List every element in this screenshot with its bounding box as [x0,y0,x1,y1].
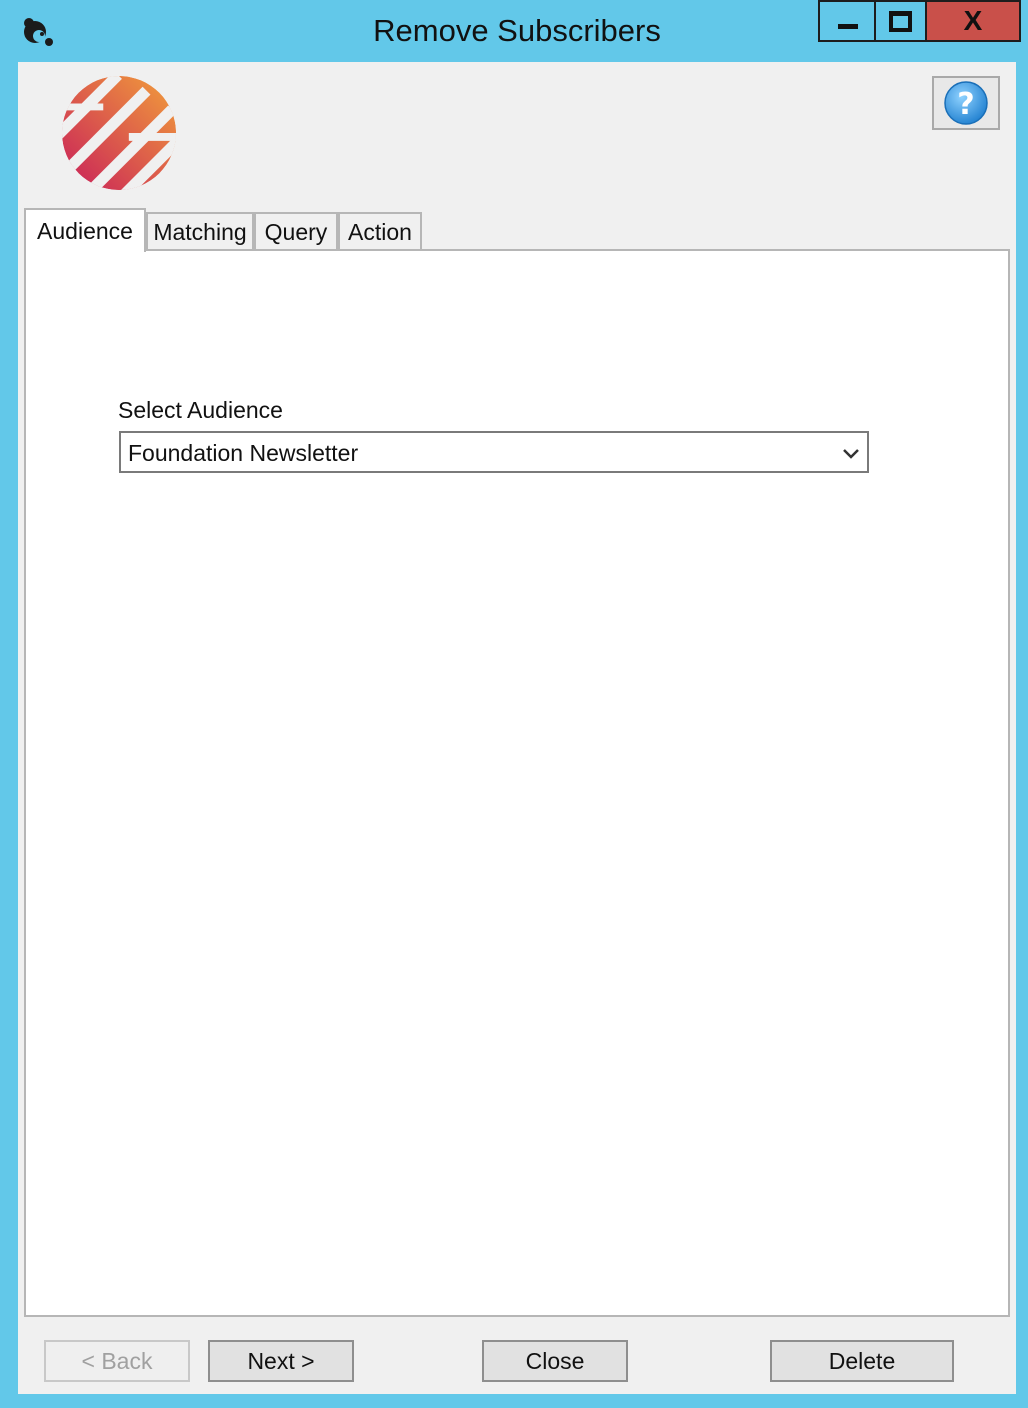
dialog-client-area: ? Audience Matching Query Action Select … [18,62,1016,1394]
close-icon: X [963,5,983,36]
tab-audience[interactable]: Audience [24,208,146,252]
close-button[interactable]: Close [482,1340,628,1382]
minimize-button[interactable] [818,0,876,42]
next-button[interactable]: Next > [208,1340,354,1382]
svg-text:?: ? [957,87,974,122]
minimize-icon [838,23,858,29]
help-button[interactable]: ? [932,76,1000,130]
audience-select-value: Foundation Newsletter [128,440,359,466]
audience-tab-panel: Select Audience Foundation Newsletter [24,249,1010,1317]
select-audience-label: Select Audience [118,397,283,423]
maximize-icon [889,10,912,32]
back-button[interactable]: < Back [44,1340,190,1382]
tab-query[interactable]: Query [254,212,338,250]
maximize-button[interactable] [874,0,927,42]
close-window-button[interactable]: X [927,0,1021,42]
chevron-down-icon [843,449,859,459]
audience-select[interactable]: Foundation Newsletter [119,431,869,473]
tab-action[interactable]: Action [338,212,422,250]
brand-logo [61,75,177,191]
delete-button[interactable]: Delete [770,1340,954,1382]
window: Remove Subscribers X ? Audience Matching… [0,0,1028,1408]
tab-matching[interactable]: Matching [146,212,254,250]
help-icon: ? [944,81,988,125]
titlebar[interactable]: Remove Subscribers X [0,0,1028,62]
